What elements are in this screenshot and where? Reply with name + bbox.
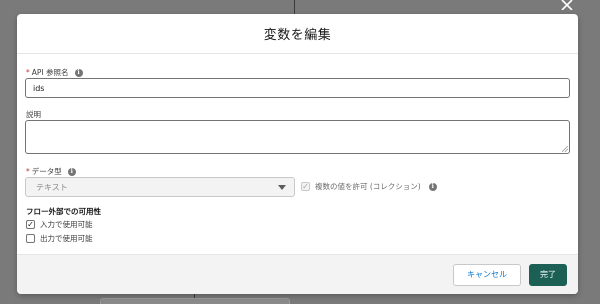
allow-multiple-label: 複数の値を許可 (コレクション) [315,182,421,191]
availability-title: フロー外部での可用性 [26,207,101,216]
data-type-label-text: データ型 [31,167,62,176]
modal-header: 変数を編集 [17,14,578,54]
done-button[interactable]: 完了 [529,263,567,286]
description-label-text: 説明 [26,110,41,119]
check-icon: ✓ [302,181,309,191]
cancel-button[interactable]: キャンセル [453,263,521,286]
close-button[interactable] [556,0,578,10]
description-textarea[interactable] [25,120,570,154]
available-output-label: 出力で使用可能 [40,234,93,243]
edit-variable-modal: 変数を編集 * API 参照名 i 説明 * データ型 i テキスト [17,14,578,294]
modal-body: * API 参照名 i 説明 * データ型 i テキスト ✓ 複数の値を [17,54,578,268]
resize-handle[interactable] [562,146,568,152]
description-label: 説明 [26,109,41,120]
flow-element-bottom [100,298,290,304]
available-input-label: 入力で使用可能 [40,220,93,229]
available-input-checkbox[interactable]: ✓ [26,220,35,229]
required-marker: * [26,68,30,77]
allow-multiple-checkbox[interactable]: ✓ [301,182,310,191]
api-name-input[interactable] [25,78,570,98]
data-type-select[interactable]: テキスト [25,177,295,197]
available-output-checkbox[interactable] [26,234,35,243]
info-icon[interactable]: i [428,182,437,191]
api-name-label: * API 参照名 i [26,67,83,78]
available-input-row: ✓ 入力で使用可能 [26,219,93,230]
data-type-label: * データ型 i [26,166,76,177]
allow-multiple-row: ✓ 複数の値を許可 (コレクション) i [301,181,437,192]
close-icon [560,0,574,10]
chevron-down-icon [278,184,286,190]
modal-footer: キャンセル 完了 [17,254,578,294]
api-name-label-text: API 参照名 [31,68,69,77]
available-output-row: 出力で使用可能 [26,233,93,244]
info-icon[interactable]: i [67,167,76,176]
description-field [25,120,570,154]
info-icon[interactable]: i [74,68,83,77]
modal-title: 変数を編集 [263,28,332,43]
required-marker: * [26,167,30,176]
check-icon: ✓ [27,219,34,229]
flow-connector-top [294,0,295,14]
data-type-selected: テキスト [36,182,68,192]
